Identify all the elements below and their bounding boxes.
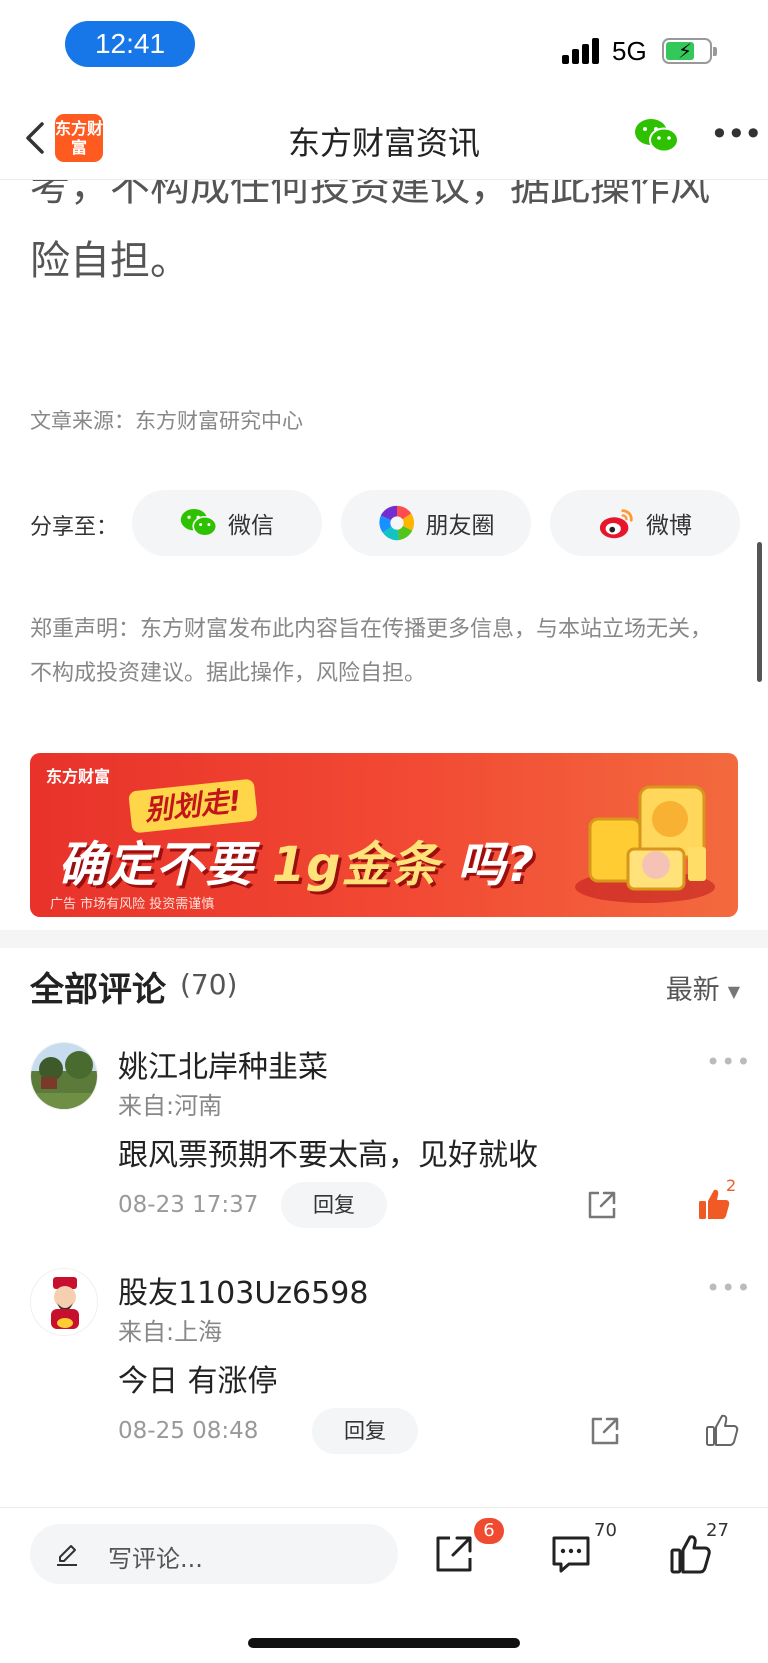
ad-brand: 东方财富: [46, 767, 111, 786]
avatar[interactable]: [30, 1268, 98, 1336]
disclaimer-title: 郑重声明：: [30, 617, 141, 642]
more-menu-button[interactable]: •••: [710, 118, 763, 156]
comment-more-button[interactable]: •••: [706, 1048, 751, 1076]
sort-dropdown[interactable]: 最新 ▼: [666, 968, 740, 1007]
nav-bar: 东方财富 东方财富资讯 •••: [0, 96, 768, 180]
share-weibo-label: 微博: [646, 513, 692, 539]
scrollbar[interactable]: [757, 542, 762, 682]
comments-header: 全部评论 (70) 最新 ▼: [30, 962, 740, 1012]
caret-down-icon: ▼: [727, 982, 740, 1001]
ad-headline-a: 确定不要: [58, 837, 255, 893]
comment-item: 股友1103Uz6598 来自:上海 ••• 今日 有涨停 08-25 08:4…: [0, 1268, 768, 1458]
network-label: 5G: [612, 36, 647, 66]
gold-bar-illustration-icon: [575, 785, 715, 903]
ad-note: 广告 市场有风险 投资需谨慎: [50, 897, 215, 912]
comment-icon[interactable]: [549, 1532, 593, 1576]
wechat-icon: [635, 119, 679, 153]
comments-title: 全部评论: [30, 970, 166, 1010]
thumbs-up-icon[interactable]: [704, 1412, 740, 1448]
sort-label: 最新: [665, 975, 720, 1006]
ad-banner[interactable]: 东方财富 别划走! 确定不要 1g金条 吗? 广告 市场有风险 投资需谨慎: [30, 753, 738, 917]
home-indicator[interactable]: [248, 1638, 520, 1648]
share-icon[interactable]: [588, 1414, 622, 1448]
section-divider: [0, 930, 768, 948]
like-count: 27: [706, 1520, 729, 1541]
share-icon[interactable]: [432, 1532, 476, 1576]
moments-icon: [378, 505, 414, 541]
fortune-god-avatar-icon: [31, 1269, 97, 1335]
bottom-bar: 写评论... 6 70 27: [0, 1507, 768, 1663]
share-label: 分享至：: [30, 515, 119, 540]
comment-time: 08-25 08:48: [118, 1418, 259, 1444]
share-wechat-label: 微信: [228, 513, 274, 539]
avatar-photo-icon: [31, 1043, 97, 1109]
comment-time: 08-23 17:37: [118, 1192, 259, 1218]
comment-input[interactable]: 写评论...: [30, 1524, 398, 1584]
disclaimer: 郑重声明：东方财富发布此内容旨在传播更多信息，与本站立场无关，不构成投资建议。据…: [30, 608, 730, 696]
weibo-icon: [599, 509, 633, 539]
comment-text: 跟风票预期不要太高，见好就收: [118, 1138, 538, 1173]
reply-button[interactable]: 回复: [312, 1408, 418, 1454]
battery-icon: ⚡: [662, 38, 717, 64]
comment-input-placeholder: 写评论...: [108, 1545, 203, 1573]
comment-username[interactable]: 股友1103Uz6598: [118, 1268, 368, 1312]
comment-location: 来自:河南: [118, 1092, 223, 1120]
reply-button[interactable]: 回复: [281, 1182, 387, 1228]
share-count-badge: 6: [474, 1518, 504, 1544]
share-row: 分享至： 微信 朋友圈 微博: [30, 490, 740, 556]
share-icon[interactable]: [585, 1188, 619, 1222]
status-time: 12:41: [65, 21, 195, 67]
comment-username[interactable]: 姚江北岸种韭菜: [118, 1042, 328, 1086]
ad-headline: 确定不要 1g金条 吗?: [58, 825, 535, 895]
article-source: 文章来源：东方财富研究中心: [30, 409, 303, 433]
wechat-share-button[interactable]: [634, 116, 680, 156]
avatar[interactable]: [30, 1042, 98, 1110]
share-wechat-button[interactable]: 微信: [132, 490, 322, 556]
comment-text: 今日 有涨停: [118, 1364, 278, 1399]
wechat-icon: [180, 508, 218, 537]
ad-headline-b: 1g金条: [271, 837, 440, 893]
status-bar: 12:41 5G ⚡: [0, 0, 768, 96]
comments-count: (70): [180, 968, 238, 1001]
comment-count: 70: [594, 1520, 617, 1541]
comment-more-button[interactable]: •••: [706, 1274, 751, 1302]
pencil-icon: [57, 1545, 77, 1566]
ad-headline-c: 吗?: [457, 837, 536, 893]
like-count: 2: [726, 1176, 737, 1195]
share-moments-label: 朋友圈: [425, 513, 495, 539]
comment-location: 来自:上海: [118, 1318, 223, 1346]
signal-icon: [562, 38, 602, 64]
share-moments-button[interactable]: 朋友圈: [341, 490, 531, 556]
comment-item: 姚江北岸种韭菜 来自:河南 ••• 跟风票预期不要太高，见好就收 08-23 1…: [0, 1042, 768, 1232]
share-weibo-button[interactable]: 微博: [550, 490, 740, 556]
